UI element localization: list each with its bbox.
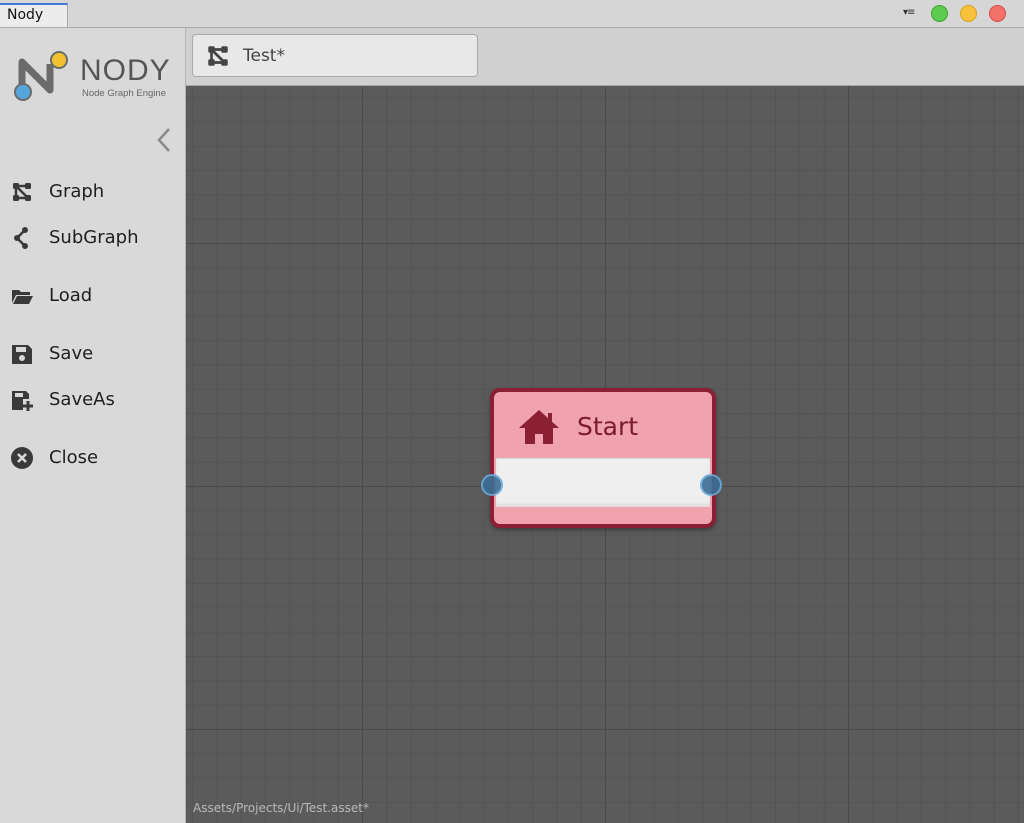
sidebar-item-subgraph[interactable]: SubGraph (0, 221, 185, 255)
sidebar-item-save[interactable]: Save (0, 337, 185, 371)
sidebar-item-label: SaveAs (49, 389, 115, 410)
sidebar-item-saveas[interactable]: SaveAs (0, 383, 185, 417)
minimize-button[interactable] (960, 5, 977, 22)
home-icon (519, 410, 559, 444)
sidebar-item-close[interactable]: Close (0, 441, 185, 475)
graph-icon (13, 183, 31, 201)
graph-canvas[interactable]: Start Assets/Projects/Ui/Test.asset* (186, 86, 1024, 823)
sidebar-item-label: Save (49, 343, 94, 364)
close-window-button[interactable] (989, 5, 1006, 22)
floppy-disk-icon (12, 345, 32, 364)
window-tab-title: Nody (7, 7, 44, 23)
start-node[interactable]: Start (481, 388, 722, 528)
close-circle-icon (11, 447, 33, 469)
save-as-icon (12, 391, 33, 411)
graph-tabbar: Test* (186, 28, 1024, 86)
window-menu-icon[interactable]: ▾≡ (903, 7, 915, 18)
node-output-socket[interactable] (700, 474, 722, 496)
node-body (496, 458, 710, 507)
maximize-button[interactable] (931, 5, 948, 22)
sidebar: NODY Node Graph Engine Graph SubGraph Lo… (0, 28, 186, 823)
graph-icon (208, 46, 228, 66)
nody-logo-icon (14, 51, 68, 101)
logo-tagline: Node Graph Engine (82, 88, 166, 99)
tab-label: Test* (243, 46, 285, 66)
sidebar-item-label: Load (49, 285, 93, 306)
window-titlebar: Nody ▾≡ (0, 0, 1024, 28)
window-tab[interactable]: Nody (0, 3, 68, 27)
chevron-left-icon (157, 128, 170, 152)
sidebar-item-load[interactable]: Load (0, 279, 185, 313)
sidebar-item-graph[interactable]: Graph (0, 175, 185, 209)
sidebar-item-label: Close (49, 447, 99, 468)
sidebar-item-label: Graph (49, 181, 105, 202)
folder-open-icon (12, 290, 33, 304)
logo-name: NODY (80, 54, 171, 87)
subgraph-icon (14, 227, 28, 249)
asset-path: Assets/Projects/Ui/Test.asset* (193, 801, 369, 815)
node-title: Start (577, 412, 639, 441)
node-input-socket[interactable] (481, 474, 503, 496)
collapse-sidebar-button[interactable] (152, 126, 176, 154)
tab-test-graph[interactable]: Test* (192, 34, 478, 77)
sidebar-item-label: SubGraph (49, 227, 139, 248)
nody-logo: NODY Node Graph Engine (12, 50, 182, 110)
